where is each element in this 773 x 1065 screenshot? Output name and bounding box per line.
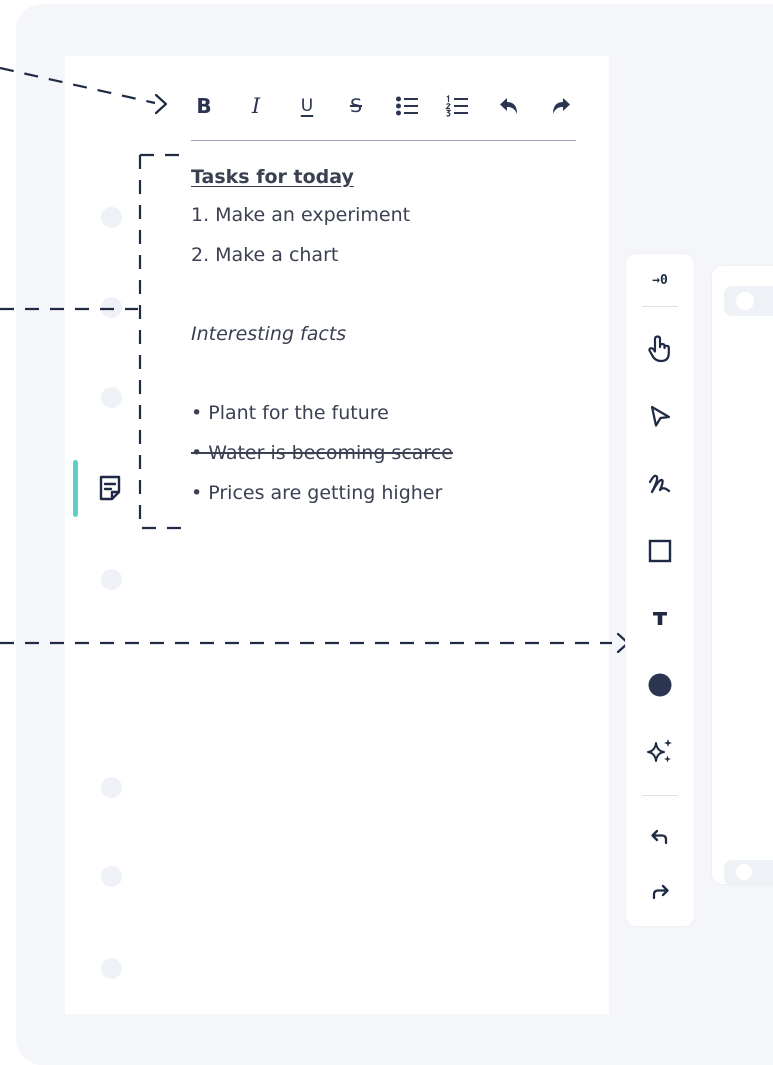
redo-icon: [553, 98, 570, 114]
numbered-list-button[interactable]: [443, 92, 471, 120]
numbered-list-icon: [445, 95, 468, 117]
pen-tool-button[interactable]: [640, 464, 680, 504]
magic-tool-button[interactable]: [640, 732, 680, 772]
pointer-icon: [650, 405, 671, 427]
sparkle-icon: [647, 739, 672, 763]
bold-button[interactable]: B: [190, 92, 218, 120]
underline-button[interactable]: U: [293, 92, 321, 120]
text-icon: [653, 612, 667, 625]
sidebar-separator: [642, 795, 678, 796]
redo-button[interactable]: [547, 92, 575, 120]
undo-button[interactable]: [495, 92, 523, 120]
text-tool-button[interactable]: [640, 598, 680, 638]
fact-item: • Prices are getting higher: [191, 482, 443, 504]
formatting-toolbar: B I U S: [186, 86, 586, 126]
tools-sidebar: →0: [626, 254, 694, 926]
undo-icon: [500, 98, 517, 114]
rectangle-icon: [648, 539, 672, 563]
note-heading: Tasks for today: [191, 166, 354, 188]
canvas-card: [712, 266, 773, 886]
sidebar-separator: [642, 306, 678, 307]
circle-icon: [648, 673, 672, 697]
card-header-bar: [724, 286, 773, 316]
italic-button[interactable]: I: [242, 92, 270, 120]
select-tool-button[interactable]: [640, 396, 680, 436]
note-subheading: Interesting facts: [191, 323, 347, 345]
redo-button[interactable]: [640, 872, 680, 912]
bulleted-list-button[interactable]: [393, 92, 421, 120]
collapse-sidebar-button[interactable]: →0: [640, 260, 680, 300]
hand-tool-button[interactable]: [640, 329, 680, 369]
redo-icon: [652, 884, 669, 900]
card-header-dot: [736, 292, 754, 310]
strikethrough-button[interactable]: S: [342, 92, 370, 120]
undo-icon: [651, 829, 668, 845]
bulleted-list-icon: [396, 96, 418, 116]
hand-icon: [648, 335, 670, 363]
rectangle-tool-button[interactable]: [640, 531, 680, 571]
pen-icon: [648, 474, 671, 494]
fact-item: • Plant for the future: [191, 402, 389, 424]
toolbar-divider: [191, 140, 576, 141]
arrow-head: [154, 93, 168, 115]
task-item: 2. Make a chart: [191, 244, 339, 266]
color-tool-button[interactable]: [640, 665, 680, 705]
card-footer-bar: [724, 860, 773, 886]
undo-button[interactable]: [640, 817, 680, 857]
task-item: 1. Make an experiment: [191, 204, 411, 226]
fact-item-struck: • Water is becoming scarce: [191, 442, 453, 464]
card-footer-dot: [736, 864, 752, 880]
